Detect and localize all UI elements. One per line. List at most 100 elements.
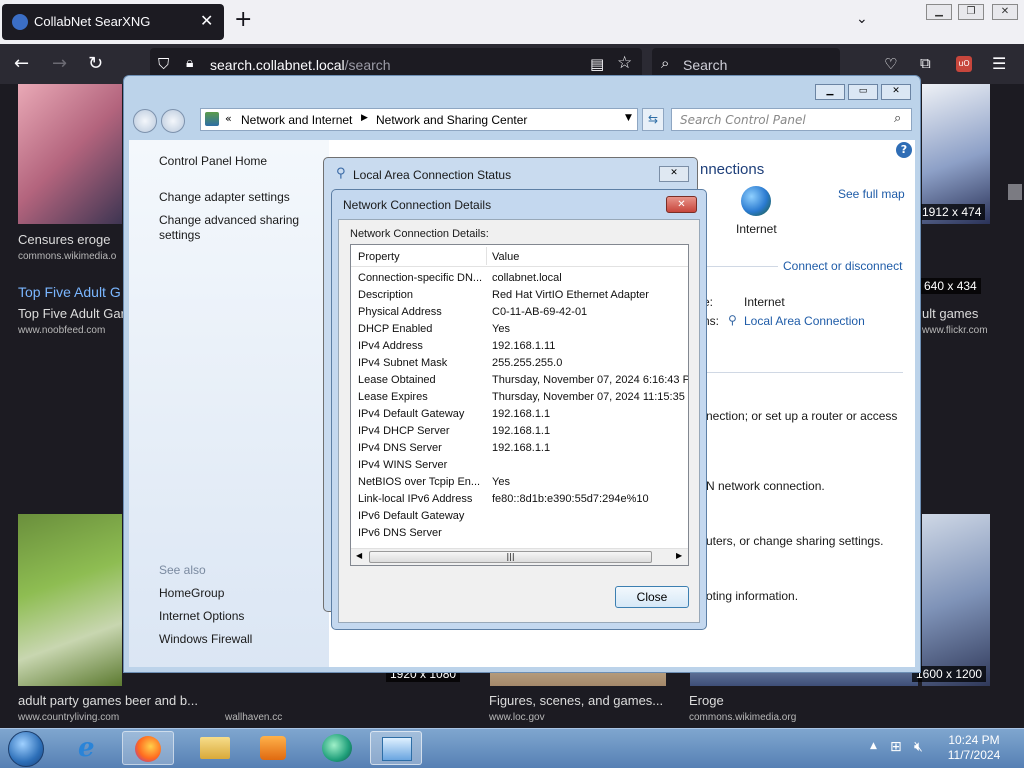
detail-property[interactable]: Lease Obtained bbox=[358, 374, 436, 386]
detail-value[interactable]: collabnet.local bbox=[492, 272, 562, 284]
details-close-x-button[interactable]: ✕ bbox=[666, 196, 697, 213]
cp-close-button[interactable]: ✕ bbox=[881, 84, 911, 100]
network-tray-icon[interactable]: ⊞ bbox=[890, 739, 902, 755]
result-caption[interactable]: Top Five Adult Gar bbox=[18, 306, 125, 321]
taskbar-control-panel-button[interactable] bbox=[370, 731, 422, 765]
lac-close-button[interactable]: ✕ bbox=[659, 166, 689, 182]
reload-icon[interactable]: ↻ bbox=[88, 53, 103, 74]
back-button[interactable] bbox=[133, 109, 157, 133]
breadcrumb-sharing-center[interactable]: Network and Sharing Center bbox=[376, 113, 527, 127]
taskbar-explorer-button[interactable] bbox=[190, 731, 242, 765]
forward-arrow-icon[interactable]: → bbox=[52, 53, 67, 74]
result-thumbnail[interactable] bbox=[922, 514, 990, 686]
taskbar-app-button[interactable] bbox=[312, 731, 364, 765]
detail-property[interactable]: IPv4 DNS Server bbox=[358, 442, 442, 454]
result-caption[interactable]: adult party games beer and b... bbox=[18, 693, 198, 708]
result-thumbnail[interactable] bbox=[18, 84, 122, 224]
taskbar-clock[interactable]: 10:24 PM 11/7/2024 bbox=[932, 733, 1016, 763]
breadcrumb-overflow-icon[interactable]: « bbox=[225, 112, 232, 125]
detail-property[interactable]: IPv6 DNS Server bbox=[358, 527, 442, 539]
see-full-map-link[interactable]: See full map bbox=[838, 187, 905, 201]
result-caption[interactable]: Eroge bbox=[689, 693, 724, 708]
breadcrumb-network-internet[interactable]: Network and Internet bbox=[241, 113, 352, 127]
cp-minimize-button[interactable]: ▁ bbox=[815, 84, 845, 100]
help-icon[interactable]: ? bbox=[896, 142, 912, 158]
new-tab-icon[interactable]: + bbox=[234, 9, 252, 31]
result-caption[interactable]: Censures eroge bbox=[18, 232, 111, 247]
start-button[interactable] bbox=[8, 731, 44, 767]
cp-search-input[interactable]: Search Control Panel bbox=[671, 108, 912, 131]
ublock-icon[interactable]: uO bbox=[956, 56, 972, 72]
cp-maximize-button[interactable]: ▭ bbox=[848, 84, 878, 100]
detail-value[interactable]: 192.168.1.1 bbox=[492, 408, 550, 420]
column-header-property[interactable]: Property bbox=[358, 251, 400, 263]
result-caption[interactable]: ult games bbox=[922, 306, 978, 321]
detail-property[interactable]: IPv4 DHCP Server bbox=[358, 425, 450, 437]
lock-icon[interactable]: 🔒︎ bbox=[186, 55, 193, 71]
detail-property[interactable]: NetBIOS over Tcpip En... bbox=[358, 476, 480, 488]
detail-property[interactable]: Description bbox=[358, 289, 413, 301]
back-arrow-icon[interactable]: ← bbox=[14, 53, 29, 74]
browser-close-button[interactable]: ✕ bbox=[992, 4, 1018, 20]
connect-or-disconnect-link[interactable]: Connect or disconnect bbox=[783, 259, 902, 273]
tab-close-icon[interactable]: ✕ bbox=[200, 11, 213, 30]
result-link[interactable]: Top Five Adult G bbox=[18, 284, 121, 300]
sidebar-homegroup[interactable]: HomeGroup bbox=[159, 586, 224, 600]
taskbar-ie-button[interactable]: e bbox=[66, 731, 118, 765]
sidebar-change-sharing-settings[interactable]: Change advanced sharing settings bbox=[159, 213, 319, 243]
extensions-icon[interactable]: ⧉ bbox=[920, 54, 931, 72]
close-button[interactable]: Close bbox=[615, 586, 689, 608]
pocket-icon[interactable]: ♡ bbox=[884, 55, 897, 73]
detail-property[interactable]: Physical Address bbox=[358, 306, 442, 318]
detail-value[interactable]: 192.168.1.11 bbox=[492, 340, 555, 352]
menu-hamburger-icon[interactable]: ☰ bbox=[992, 54, 1006, 73]
scroll-right-icon[interactable]: ▶ bbox=[676, 551, 682, 560]
detail-property[interactable]: Link-local IPv6 Address bbox=[358, 493, 472, 505]
detail-value[interactable]: Red Hat VirtIO Ethernet Adapter bbox=[492, 289, 649, 301]
show-hidden-icons-icon[interactable]: ▲ bbox=[870, 741, 877, 751]
url-text[interactable]: search.collabnet.local/search bbox=[210, 57, 391, 73]
detail-property[interactable]: IPv4 WINS Server bbox=[358, 459, 447, 471]
breadcrumb-separator-icon[interactable]: ▶ bbox=[361, 113, 368, 123]
result-thumbnail[interactable] bbox=[18, 514, 122, 686]
detail-property[interactable]: Lease Expires bbox=[358, 391, 428, 403]
forward-button[interactable] bbox=[161, 109, 185, 133]
tracking-shield-icon[interactable]: ⛉ bbox=[158, 55, 169, 73]
detail-value[interactable]: C0-11-AB-69-42-01 bbox=[492, 306, 587, 318]
column-header-value[interactable]: Value bbox=[492, 251, 519, 263]
sidebar-internet-options[interactable]: Internet Options bbox=[159, 609, 244, 623]
detail-property[interactable]: IPv6 Default Gateway bbox=[358, 510, 464, 522]
sidebar-windows-firewall[interactable]: Windows Firewall bbox=[159, 632, 252, 646]
local-area-connection-link[interactable]: Local Area Connection bbox=[744, 314, 865, 328]
volume-muted-icon[interactable]: 🔇︎ bbox=[914, 739, 923, 755]
detail-value[interactable]: Yes bbox=[492, 323, 510, 335]
result-caption[interactable]: Figures, scenes, and games... bbox=[489, 693, 663, 708]
column-divider[interactable] bbox=[486, 247, 487, 265]
bookmark-star-icon[interactable]: ☆ bbox=[617, 53, 632, 73]
browser-tab[interactable]: CollabNet SearXNG ✕ bbox=[2, 4, 224, 40]
detail-property[interactable]: IPv4 Subnet Mask bbox=[358, 357, 447, 369]
sidebar-control-panel-home[interactable]: Control Panel Home bbox=[159, 154, 267, 168]
detail-property[interactable]: IPv4 Address bbox=[358, 340, 423, 352]
detail-value[interactable]: 192.168.1.1 bbox=[492, 425, 550, 437]
detail-property[interactable]: DHCP Enabled bbox=[358, 323, 432, 335]
details-list-view[interactable]: Property Value Connection-specific DN...… bbox=[350, 244, 689, 566]
detail-property[interactable]: Connection-specific DN... bbox=[358, 272, 482, 284]
sidebar-change-adapter-settings[interactable]: Change adapter settings bbox=[159, 190, 290, 204]
scrollbar-thumb[interactable]: ||| bbox=[369, 551, 652, 563]
taskbar-firefox-button[interactable] bbox=[122, 731, 174, 765]
tab-list-chevron-icon[interactable]: ⌄ bbox=[856, 11, 868, 27]
detail-value[interactable]: fe80::8d1b:e390:55d7:294e%10 bbox=[492, 493, 649, 505]
result-thumbnail[interactable] bbox=[922, 84, 990, 224]
horizontal-scrollbar[interactable]: ◀ ||| ▶ bbox=[351, 548, 688, 565]
detail-value[interactable]: Yes bbox=[492, 476, 510, 488]
address-dropdown-icon[interactable]: ▼ bbox=[625, 113, 632, 123]
refresh-icon[interactable]: ⇆ bbox=[642, 108, 664, 131]
detail-property[interactable]: IPv4 Default Gateway bbox=[358, 408, 464, 420]
taskbar-media-button[interactable] bbox=[248, 731, 300, 765]
detail-value[interactable]: Thursday, November 07, 2024 6:16:43 PI bbox=[492, 374, 688, 386]
scroll-left-icon[interactable]: ◀ bbox=[356, 551, 362, 560]
browser-minimize-button[interactable]: ▁ bbox=[926, 4, 952, 20]
detail-value[interactable]: Thursday, November 07, 2024 11:15:35 F bbox=[492, 391, 688, 403]
page-scrollbar-thumb[interactable] bbox=[1008, 184, 1022, 200]
